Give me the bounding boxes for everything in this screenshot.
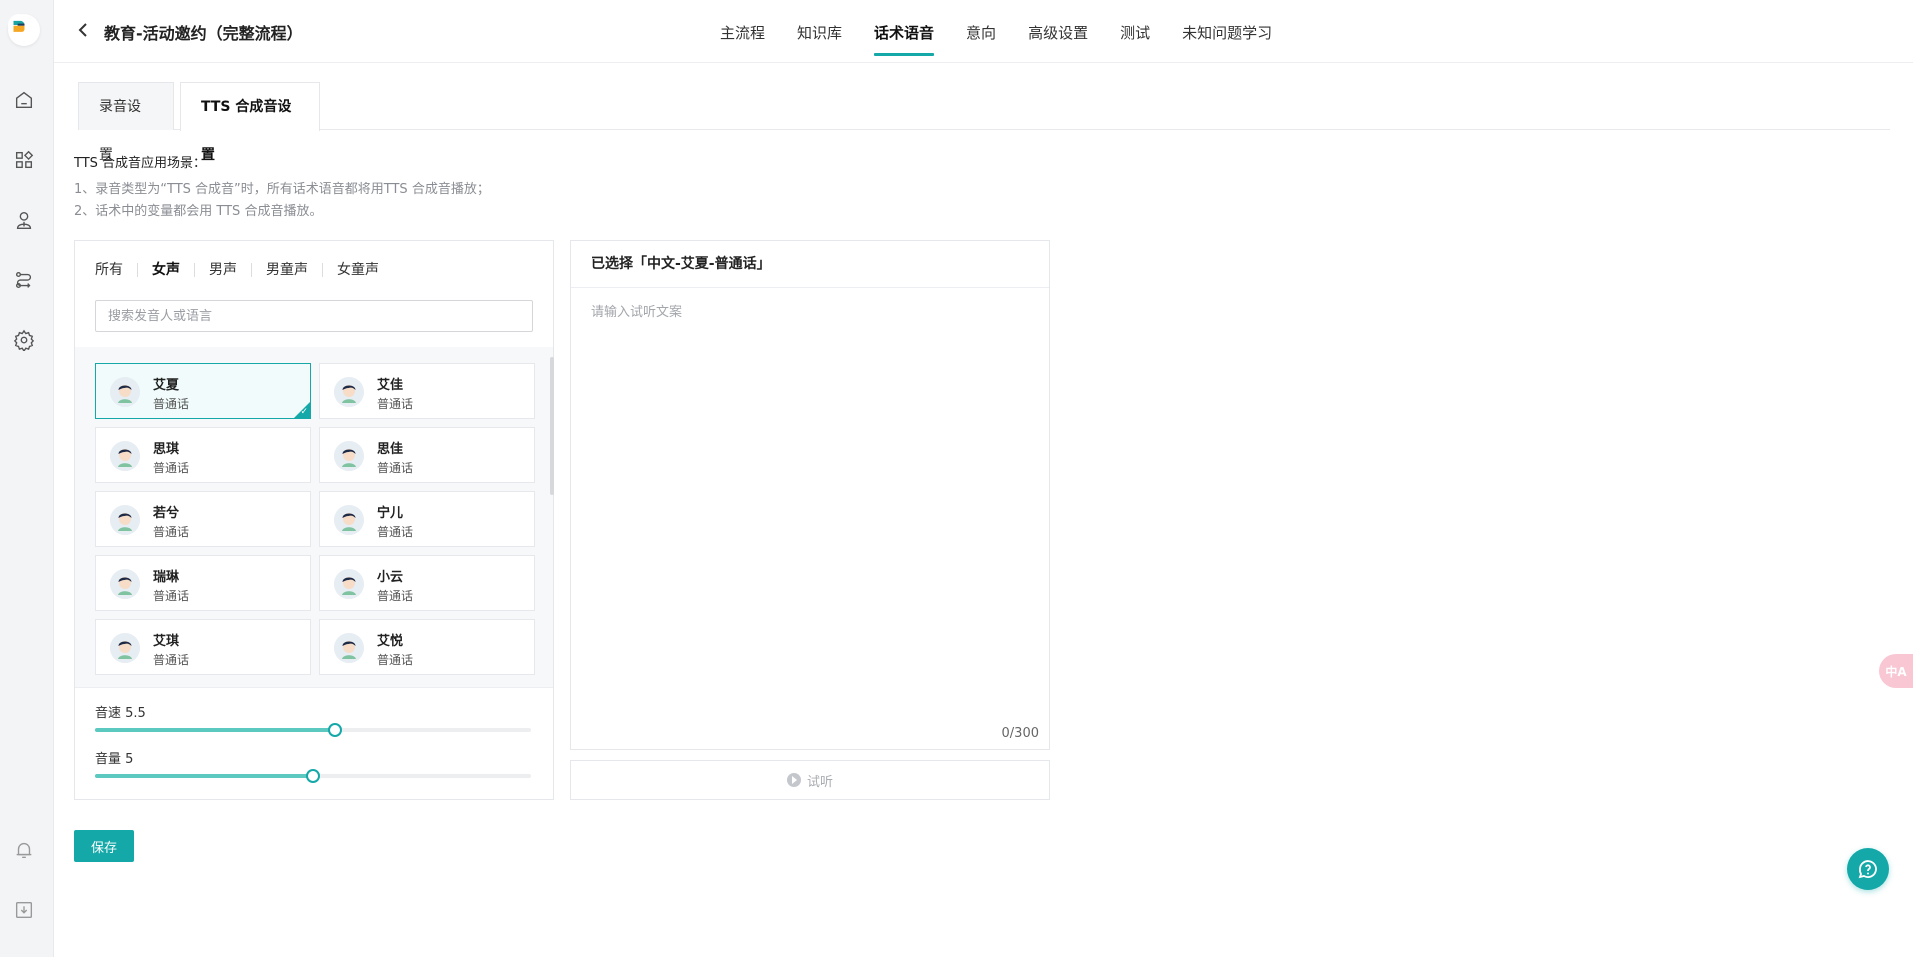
voice-card[interactable]: 思琪 普通话 bbox=[95, 427, 311, 483]
subtab-recording-settings[interactable]: 录音设置 bbox=[78, 82, 174, 163]
selected-voice-header: 已选择「中文-艾夏-普通话」 bbox=[571, 241, 1049, 288]
voice-name: 小云 bbox=[377, 570, 404, 585]
voice-name: 思琪 bbox=[153, 442, 180, 457]
gear-icon[interactable] bbox=[12, 328, 36, 352]
tab-intent[interactable]: 意向 bbox=[966, 0, 996, 63]
volume-label: 音量 5 bbox=[95, 752, 134, 767]
voice-card[interactable]: 若兮 普通话 bbox=[95, 491, 311, 547]
tab-test[interactable]: 测试 bbox=[1120, 0, 1150, 63]
download-icon[interactable] bbox=[12, 898, 36, 922]
bell-icon[interactable] bbox=[12, 838, 36, 862]
back-arrow-icon[interactable] bbox=[76, 22, 92, 38]
preview-panel: 已选择「中文-艾夏-普通话」 0/300 bbox=[570, 240, 1050, 750]
volume-slider-thumb[interactable] bbox=[306, 769, 320, 783]
subtab-tts-settings[interactable]: TTS 合成音设置 bbox=[180, 82, 320, 163]
apps-icon[interactable] bbox=[12, 148, 36, 172]
left-sidebar bbox=[0, 0, 54, 957]
voice-language: 普通话 bbox=[377, 589, 414, 603]
volume-slider-fill bbox=[95, 774, 313, 778]
voice-language: 普通话 bbox=[153, 525, 190, 539]
listen-button-label: 试听 bbox=[806, 774, 833, 790]
main-tabs: 主流程 知识库 话术语音 意向 高级设置 测试 未知问题学习 bbox=[720, 0, 1304, 63]
voice-name: 艾悦 bbox=[377, 634, 404, 649]
listen-button[interactable]: 试听 bbox=[570, 760, 1050, 800]
page-title: 教育-活动邀约（完整流程） bbox=[104, 24, 303, 43]
app-root: 教育-活动邀约（完整流程） 主流程 知识库 话术语音 意向 高级设置 测试 未知… bbox=[0, 0, 1913, 957]
voice-language: 普通话 bbox=[153, 653, 190, 667]
volume-slider[interactable] bbox=[95, 769, 531, 783]
help-icon[interactable] bbox=[1847, 848, 1889, 890]
filter-all[interactable]: 所有 bbox=[95, 263, 137, 277]
voice-avatar-icon bbox=[334, 569, 364, 599]
voice-avatar-icon bbox=[334, 505, 364, 535]
voice-sliders: 音速 5.5 音量 5 bbox=[75, 687, 553, 799]
voice-name: 艾佳 bbox=[377, 378, 404, 393]
preview-text-input[interactable] bbox=[571, 289, 1049, 689]
user-money-icon[interactable] bbox=[12, 208, 36, 232]
voice-card[interactable]: 宁儿 普通话 bbox=[319, 491, 535, 547]
home-icon[interactable] bbox=[12, 88, 36, 112]
voice-language: 普通话 bbox=[377, 653, 414, 667]
voice-card[interactable]: 小云 普通话 bbox=[319, 555, 535, 611]
voice-avatar-icon bbox=[110, 505, 140, 535]
filter-male[interactable]: 男声 bbox=[194, 263, 251, 277]
char-counter: 0/300 bbox=[1001, 726, 1039, 741]
voice-card[interactable]: 艾悦 普通话 bbox=[319, 619, 535, 675]
filter-boy[interactable]: 男童声 bbox=[251, 263, 322, 277]
voice-selector-panel: 所有 女声 男声 男童声 女童声 艾夏普通话✓艾佳普通话思琪普通话思佳普通话若兮… bbox=[74, 240, 554, 800]
sub-tabs: 录音设置 TTS 合成音设置 bbox=[78, 82, 1890, 163]
voice-name: 若兮 bbox=[153, 506, 180, 521]
voice-card[interactable]: 艾夏普通话 ✓ bbox=[95, 363, 311, 419]
save-button[interactable]: 保存 bbox=[74, 830, 134, 862]
checkmark-icon: ✓ bbox=[300, 407, 308, 417]
speed-label: 音速 5.5 bbox=[95, 706, 146, 721]
tab-script-voice[interactable]: 话术语音 bbox=[874, 0, 935, 63]
voice-list-scrollbar[interactable] bbox=[550, 357, 554, 495]
filter-girl[interactable]: 女童声 bbox=[322, 263, 393, 277]
tts-scenario-title: TTS 合成音应用场景： bbox=[74, 156, 207, 171]
voice-list: 艾夏 普通话 ✓ 艾佳 普通话 思琪 普通话 思佳 普通话 若兮 普通话 宁儿 普通话 瑞琳 普通话 小云 普通… bbox=[75, 347, 553, 687]
voice-language: 普通话 bbox=[377, 397, 414, 411]
tab-unknown-question-learning[interactable]: 未知问题学习 bbox=[1182, 0, 1272, 63]
tab-main-flow[interactable]: 主流程 bbox=[720, 0, 765, 63]
voice-language: 普通话 bbox=[153, 397, 190, 411]
translate-label: 中A bbox=[1885, 664, 1907, 679]
voice-name: 思佳 bbox=[377, 442, 404, 457]
voice-card[interactable]: 艾佳 普通话 bbox=[319, 363, 535, 419]
tts-scenario-line-1: 1、录音类型为“TTS 合成音”时，所有话术语音都将用TTS 合成音播放； bbox=[74, 182, 490, 197]
voice-avatar-icon bbox=[334, 633, 364, 663]
voice-avatar-icon bbox=[110, 377, 140, 407]
gender-filter: 所有 女声 男声 男童声 女童声 bbox=[95, 263, 393, 277]
voice-avatar-icon bbox=[334, 441, 364, 471]
flow-icon[interactable] bbox=[12, 268, 36, 292]
voice-avatar-icon bbox=[110, 633, 140, 663]
voice-name: 艾琪 bbox=[153, 634, 180, 649]
page-header: 教育-活动邀约（完整流程） 主流程 知识库 话术语音 意向 高级设置 测试 未知… bbox=[54, 0, 1913, 63]
voice-name: 艾夏 bbox=[153, 378, 180, 393]
filter-female[interactable]: 女声 bbox=[137, 263, 194, 277]
speed-slider-thumb[interactable] bbox=[327, 723, 342, 737]
speed-slider-fill bbox=[95, 728, 335, 732]
tts-scenario-line-2: 2、话术中的变量都会用 TTS 合成音播放。 bbox=[74, 204, 323, 219]
translate-icon[interactable]: 中A bbox=[1879, 654, 1913, 688]
voice-card[interactable]: 思佳 普通话 bbox=[319, 427, 535, 483]
voice-name: 宁儿 bbox=[377, 506, 404, 521]
speed-slider[interactable] bbox=[95, 723, 531, 737]
tab-advanced-settings[interactable]: 高级设置 bbox=[1028, 0, 1088, 63]
voice-language: 普通话 bbox=[153, 461, 190, 475]
voice-search-input[interactable] bbox=[95, 300, 533, 332]
tab-knowledge-base[interactable]: 知识库 bbox=[797, 0, 842, 63]
voice-avatar-icon bbox=[110, 569, 140, 599]
play-icon bbox=[786, 773, 801, 787]
voice-avatar-icon bbox=[110, 441, 140, 471]
voice-language: 普通话 bbox=[377, 461, 414, 475]
voice-avatar-icon bbox=[334, 377, 364, 407]
voice-card[interactable]: 瑞琳 普通话 bbox=[95, 555, 311, 611]
voice-language: 普通话 bbox=[377, 525, 414, 539]
app-logo[interactable] bbox=[8, 14, 40, 46]
voice-language: 普通话 bbox=[153, 589, 190, 603]
voice-card[interactable]: 艾琪 普通话 bbox=[95, 619, 311, 675]
voice-name: 瑞琳 bbox=[153, 570, 180, 585]
